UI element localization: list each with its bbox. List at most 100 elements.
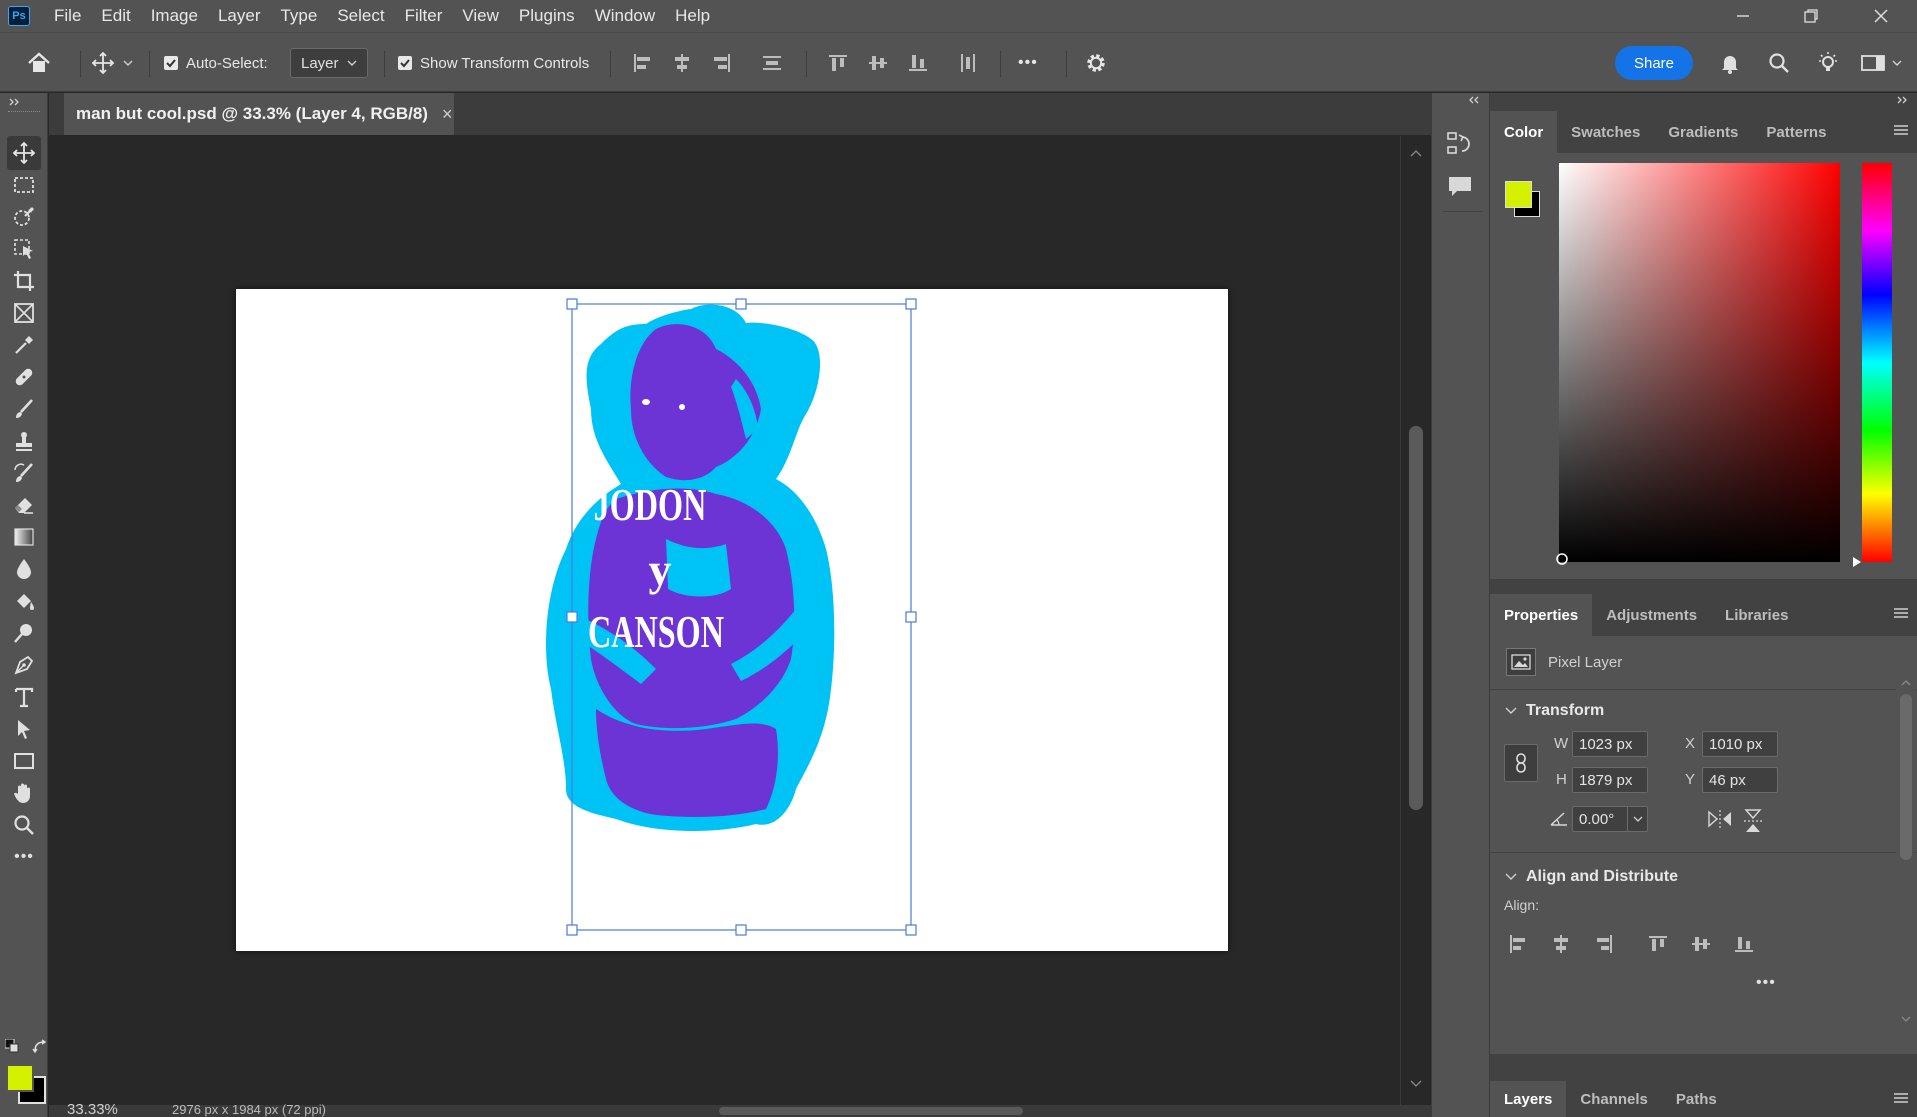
flip-horizontal-icon[interactable] (1707, 808, 1733, 830)
align-right-icon[interactable] (1590, 930, 1618, 958)
menu-window[interactable]: Window (585, 0, 665, 32)
discover-lightbulb-icon[interactable] (1816, 33, 1840, 93)
align-center-horizontal-icon[interactable] (1547, 930, 1575, 958)
color-picker-field[interactable] (1556, 163, 1840, 565)
more-options-button[interactable]: ••• (1018, 33, 1038, 93)
document-canvas[interactable]: JODON y CANSON (236, 289, 1228, 951)
align-top-icon[interactable] (1644, 930, 1672, 958)
menu-view[interactable]: View (452, 0, 509, 32)
type-tool-icon[interactable] (7, 680, 41, 714)
workspace-switcher-icon[interactable] (1860, 33, 1906, 93)
auto-select-checkbox[interactable]: Auto-Select: (164, 33, 268, 93)
zoom-tool-icon[interactable] (7, 808, 41, 842)
edit-toolbar-button[interactable]: ••• (7, 840, 41, 874)
menu-image[interactable]: Image (141, 0, 208, 32)
tab-swatches[interactable]: Swatches (1557, 111, 1654, 153)
dodge-tool-icon[interactable] (7, 616, 41, 650)
hue-slider[interactable] (1853, 163, 1892, 567)
menu-select[interactable]: Select (327, 0, 394, 32)
align-right-edges-icon[interactable] (710, 33, 734, 93)
eraser-tool-icon[interactable] (7, 488, 41, 522)
menu-help[interactable]: Help (665, 0, 720, 32)
menu-edit[interactable]: Edit (91, 0, 140, 32)
blur-tool-icon[interactable] (7, 552, 41, 586)
share-button[interactable]: Share (1615, 46, 1693, 80)
crop-tool-icon[interactable] (7, 264, 41, 298)
menu-filter[interactable]: Filter (395, 0, 453, 32)
scroll-up-icon[interactable] (1896, 676, 1916, 690)
tab-patterns[interactable]: Patterns (1752, 111, 1840, 153)
link-proportions-button[interactable] (1504, 744, 1538, 782)
document-tab[interactable]: man but cool.psd @ 33.3% (Layer 4, RGB/8… (64, 93, 454, 135)
color-picker-handle[interactable] (1555, 552, 1569, 566)
width-field[interactable]: 1023 px (1572, 731, 1648, 757)
foreground-color-swatch[interactable] (1505, 181, 1532, 208)
vertical-scroll-thumb[interactable] (1409, 426, 1423, 810)
align-top-edges-icon[interactable] (826, 33, 850, 93)
tab-paths[interactable]: Paths (1662, 1081, 1731, 1117)
x-position-field[interactable]: 1010 px (1702, 731, 1778, 757)
rectangle-tool-icon[interactable] (7, 744, 41, 778)
rectangular-marquee-tool-icon[interactable] (7, 168, 41, 202)
panel-grip[interactable] (8, 111, 40, 114)
collapse-panel-icon[interactable] (1468, 95, 1482, 105)
align-distribute-section-toggle[interactable]: Align and Distribute (1504, 868, 1678, 886)
hand-tool-icon[interactable] (7, 776, 41, 810)
object-select-cursor-tool-icon[interactable] (7, 232, 41, 266)
tab-adjustments[interactable]: Adjustments (1592, 594, 1711, 636)
align-left-icon[interactable] (1504, 930, 1532, 958)
menu-layer[interactable]: Layer (208, 0, 271, 32)
show-transform-controls-checkbox[interactable]: Show Transform Controls (398, 33, 589, 93)
eyedropper-tool-icon[interactable] (7, 328, 41, 362)
scroll-down-icon[interactable] (1401, 1073, 1431, 1093)
tab-layers[interactable]: Layers (1490, 1081, 1567, 1117)
menu-file[interactable]: File (44, 0, 91, 32)
pen-tool-icon[interactable] (7, 648, 41, 682)
close-window-button[interactable] (1851, 0, 1911, 32)
object-selection-tool-icon[interactable] (7, 200, 41, 234)
expand-panel-icon[interactable] (8, 97, 22, 107)
notifications-bell-icon[interactable] (1718, 33, 1742, 93)
swap-colors-icon[interactable] (32, 1039, 48, 1055)
align-bottom-edges-icon[interactable] (906, 33, 930, 93)
align-vertical-centers-icon[interactable] (866, 33, 890, 93)
settings-gear-icon[interactable] (1084, 33, 1108, 93)
history-brush-tool-icon[interactable] (7, 456, 41, 490)
close-icon[interactable]: × (442, 104, 453, 125)
move-tool-icon[interactable] (7, 136, 41, 170)
panel-menu-icon[interactable] (1893, 1091, 1909, 1105)
frame-tool-icon[interactable] (7, 296, 41, 330)
height-field[interactable]: 1879 px (1572, 767, 1648, 793)
align-bottom-icon[interactable] (1730, 930, 1758, 958)
panel-menu-icon[interactable] (1893, 606, 1909, 620)
align-horizontal-centers-icon[interactable] (670, 33, 694, 93)
restore-button[interactable] (1781, 0, 1841, 32)
auto-select-target-dropdown[interactable]: Layer (290, 48, 368, 78)
hue-slider-handle[interactable] (1852, 556, 1862, 568)
paint-bucket-tool-icon[interactable] (7, 584, 41, 618)
collapse-dock-icon[interactable] (1896, 95, 1910, 105)
more-align-options-button[interactable]: ••• (1756, 974, 1776, 992)
foreground-color-swatch[interactable] (6, 1064, 34, 1092)
tab-libraries[interactable]: Libraries (1711, 594, 1802, 636)
spot-healing-brush-tool-icon[interactable] (7, 360, 41, 394)
zoom-level[interactable]: 33.33% (67, 1101, 118, 1117)
minimize-button[interactable] (1713, 0, 1773, 32)
distribute-vertical-icon[interactable] (760, 33, 784, 93)
align-left-edges-icon[interactable] (630, 33, 654, 93)
history-panel-icon[interactable] (1446, 129, 1474, 157)
align-center-vertical-icon[interactable] (1687, 930, 1715, 958)
menu-plugins[interactable]: Plugins (509, 0, 585, 32)
properties-scroll-thumb[interactable] (1900, 694, 1912, 860)
search-icon[interactable] (1767, 33, 1791, 93)
default-colors-icon[interactable] (5, 1039, 19, 1053)
flip-vertical-icon[interactable] (1742, 808, 1764, 834)
document-info[interactable]: 2976 px x 1984 px (72 ppi) (172, 1102, 326, 1117)
brush-tool-icon[interactable] (7, 392, 41, 426)
move-tool-preset-button[interactable] (91, 33, 135, 93)
path-selection-tool-icon[interactable] (7, 712, 41, 746)
transform-section-toggle[interactable]: Transform (1504, 702, 1604, 720)
home-button[interactable] (26, 33, 52, 93)
gradient-tool-icon[interactable] (7, 520, 41, 554)
scroll-up-icon[interactable] (1401, 144, 1431, 164)
